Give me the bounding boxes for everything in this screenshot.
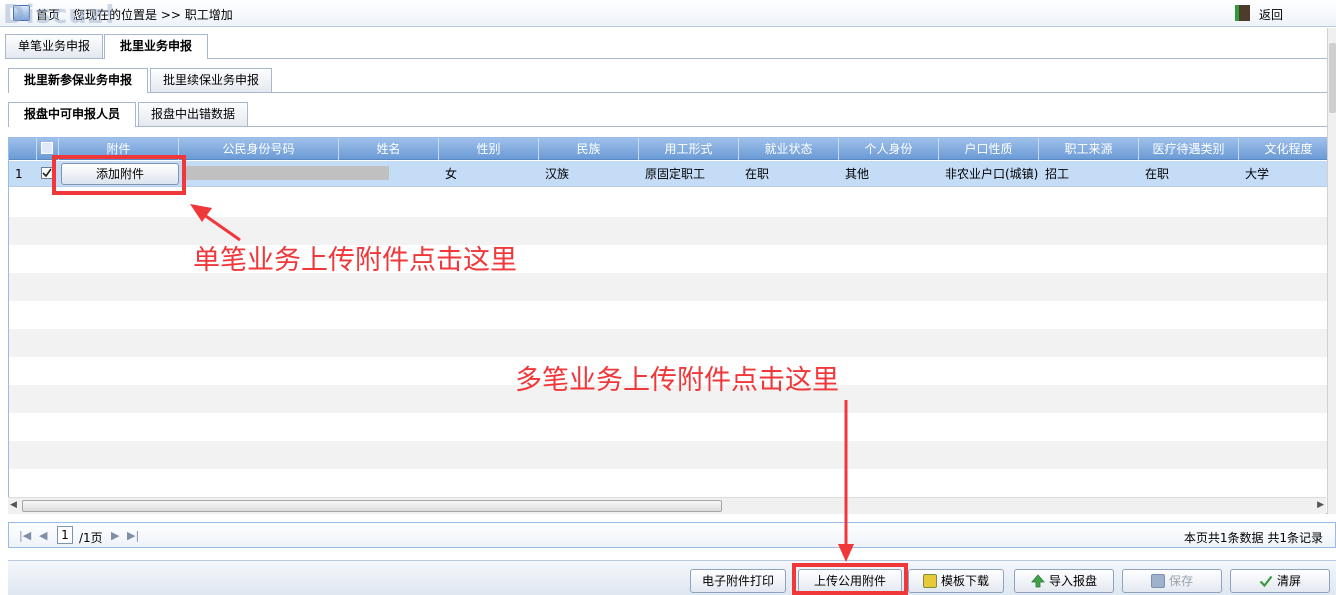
annotation-multiple-upload: 多笔业务上传附件点击这里 (515, 365, 839, 396)
annotation-arrows (190, 204, 854, 562)
arrow-single (190, 204, 241, 242)
annotation-single-upload: 单笔业务上传附件点击这里 (193, 245, 517, 276)
arrow-multiple (838, 400, 854, 562)
page: 首页 您现在的位置是 >> 职工增加 返回 Discuz! 单笔业务申报 批里业… (0, 0, 1336, 595)
